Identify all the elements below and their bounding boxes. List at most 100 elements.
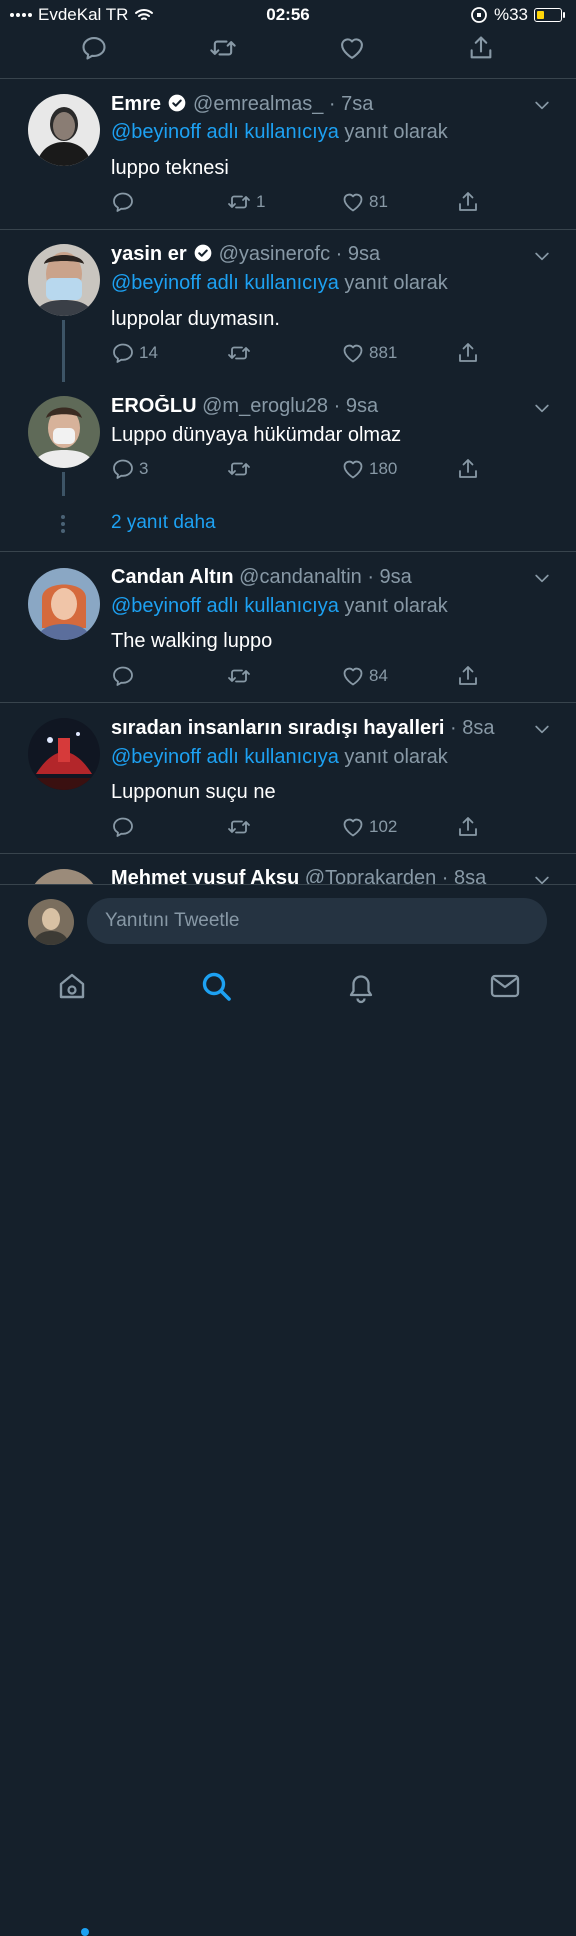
display-name[interactable]: Candan Altın [111,566,234,588]
like-button[interactable]: 81 [341,190,388,214]
timestamp: 8sa [462,717,495,739]
share-icon [456,815,480,839]
timestamp: 7sa [341,93,374,115]
handle[interactable]: @yasinerofc [219,243,330,265]
chevron-down-icon[interactable] [532,398,552,418]
search-icon[interactable] [200,970,234,1004]
tweet[interactable]: yasin er @yasinerofc · 9sa @beyinoff adlı… [0,230,576,382]
tweet-text: luppolar duymasın. [111,308,280,330]
display-name[interactable]: Emre [111,93,161,115]
display-name[interactable]: yasin er [111,243,187,265]
share-icon [456,457,480,481]
chevron-down-icon[interactable] [532,568,552,588]
share-button[interactable] [456,664,480,688]
share-button[interactable] [456,815,480,839]
tweet[interactable]: sıradan insanların sıradışı hayalleri · … [0,703,576,853]
avatar[interactable] [28,396,100,468]
avatar[interactable] [28,718,100,790]
retweet-icon [226,190,252,214]
retweet-button[interactable]: 1 [226,190,265,214]
bell-icon[interactable] [345,970,377,1004]
like-button[interactable]: 84 [341,664,388,688]
retweet-button[interactable] [226,664,256,688]
timestamp: 9sa [347,243,381,265]
like-icon [341,457,365,481]
tweet[interactable]: Emre @emrealmas_ · 7sa @beyinoff adlı kul… [0,79,576,229]
reply-mention[interactable]: @beyinoff adlı kullanıcıya [111,121,339,143]
reply-button[interactable] [111,664,139,688]
display-name[interactable]: Mehmet yusuf Aksu [111,867,299,884]
home-notification-dot [81,1928,89,1936]
chevron-down-icon[interactable] [532,719,552,739]
verified-badge-icon [193,243,213,263]
share-button[interactable] [456,457,480,481]
handle[interactable]: @candanaltin [239,566,362,588]
mail-icon[interactable] [489,970,521,1002]
tweet-text: The walking luppo [111,630,273,652]
like-icon [341,815,365,839]
avatar[interactable] [28,869,100,884]
share-icon [456,341,480,365]
verified-badge-icon [167,93,187,113]
share-icon [456,190,480,214]
display-name[interactable]: EROĞLU [111,395,197,417]
timestamp: 8sa [454,867,487,884]
tweet-actions: 3 180 [111,457,491,487]
reply-button[interactable]: 14 [111,341,158,365]
avatar[interactable] [28,94,100,166]
reply-mention[interactable]: @beyinoff adlı kullanıcıya [111,272,339,294]
reply-button[interactable] [111,815,139,839]
reply-mention[interactable]: @beyinoff adlı kullanıcıya [111,595,339,617]
signal-icon [10,13,32,17]
like-button[interactable]: 102 [341,815,397,839]
tweet[interactable]: Candan Altın @candanaltin · 9sa @beyinof… [0,552,576,702]
chevron-down-icon[interactable] [532,95,552,115]
reply-icon [111,457,135,481]
retweet-icon[interactable] [208,34,238,62]
tweet[interactable]: Mehmet yusuf Aksu @Toprakarden · 8sa [0,854,576,884]
retweet-button[interactable] [226,815,256,839]
reply-icon[interactable] [80,34,108,62]
reply-mention[interactable]: @beyinoff adlı kullanıcıya [111,746,339,768]
like-button[interactable]: 180 [341,457,397,481]
timestamp: 9sa [345,395,379,417]
chevron-down-icon[interactable] [532,870,552,884]
reply-icon [111,190,135,214]
reply-icon [111,664,135,688]
battery-icon [534,8,565,22]
chevron-down-icon[interactable] [532,246,552,266]
wifi-icon [135,9,154,20]
reply-composer: Yanıtını Tweetle [0,884,576,961]
timestamp: 9sa [379,566,412,588]
display-name[interactable]: sıradan insanların sıradışı hayalleri [111,717,445,739]
handle[interactable]: @emrealmas_ [193,93,323,115]
tweet-actions: 1 81 [111,190,491,220]
reply-input[interactable]: Yanıtını Tweetle [87,898,547,944]
like-button[interactable]: 881 [341,341,397,365]
home-icon[interactable] [56,970,88,1002]
tweet-actions: 102 [111,815,491,845]
tweet-actions: 14 881 [111,341,491,371]
tweet-text: luppo teknesi [111,157,229,179]
reply-button[interactable] [111,190,139,214]
avatar[interactable] [28,244,100,316]
share-button[interactable] [456,190,480,214]
like-icon[interactable] [338,34,366,62]
thread-line [62,472,65,496]
handle[interactable]: @m_eroglu28 [202,395,328,417]
share-icon[interactable] [467,34,495,62]
reply-button[interactable]: 3 [111,457,148,481]
tab-bar [0,960,576,1936]
share-button[interactable] [456,341,480,365]
retweet-button[interactable] [226,457,256,481]
retweet-button[interactable] [226,341,256,365]
like-icon [341,341,365,365]
like-icon [341,190,365,214]
own-avatar[interactable] [28,899,74,945]
tweet[interactable]: EROĞLU @m_eroglu28 · 9sa Luppo dünyaya h… [0,382,576,502]
avatar[interactable] [28,568,100,640]
handle[interactable]: @Toprakarden [305,867,436,884]
show-more-replies-link[interactable]: 2 yanıt daha [111,512,216,534]
retweet-icon [226,664,252,688]
like-icon [341,664,365,688]
